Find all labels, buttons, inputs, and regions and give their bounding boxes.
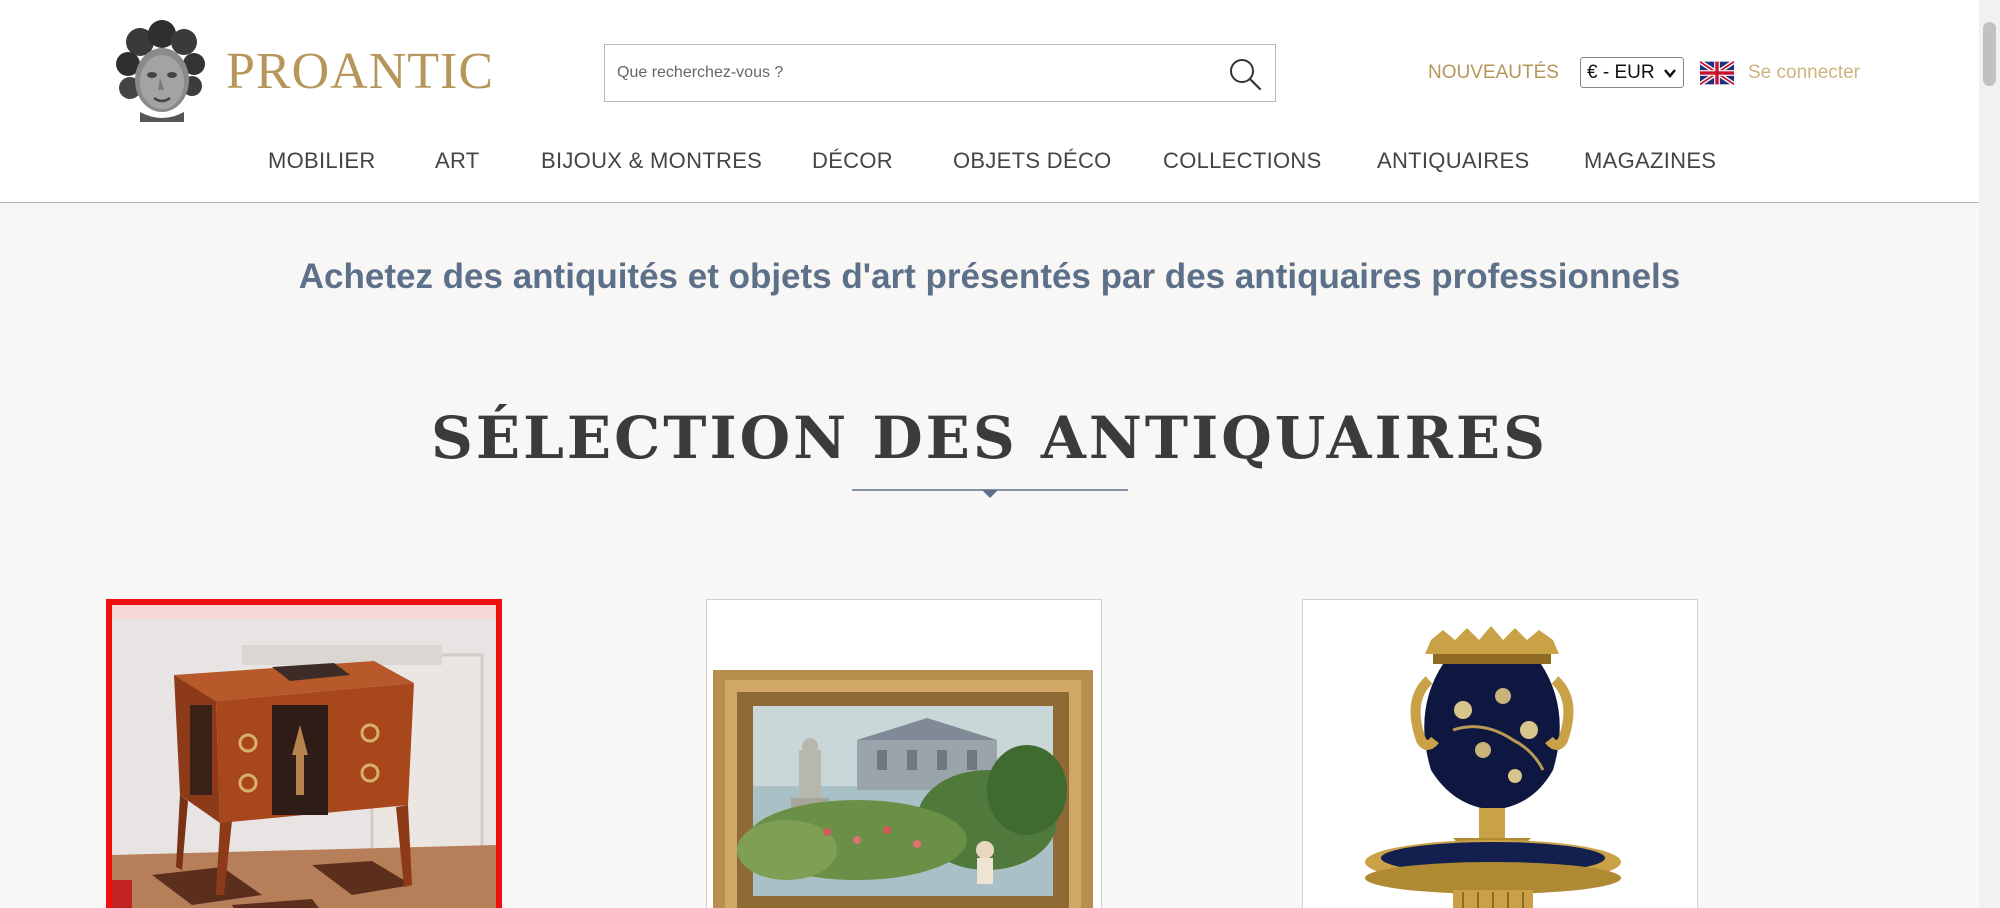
section-title: SÉLECTION DES ANTIQUAIRES — [431, 404, 1548, 472]
commode-image — [112, 605, 496, 908]
nav-item-art[interactable]: ART — [435, 148, 480, 174]
nav-item-decor[interactable]: DÉCOR — [812, 148, 893, 174]
nouveautes-link[interactable]: NOUVEAUTÉS — [1428, 62, 1559, 84]
nav-item-antiquaires[interactable]: ANTIQUAIRES — [1377, 148, 1529, 174]
nav-item-collections[interactable]: COLLECTIONS — [1163, 148, 1322, 174]
uk-flag-icon[interactable] — [1700, 61, 1734, 85]
nav-item-bijoux-montres[interactable]: BIJOUX & MONTRES — [541, 148, 762, 174]
vase-image — [1303, 600, 1697, 908]
tagline: Achetez des antiquités et objets d'art p… — [298, 257, 1681, 296]
logo-text: PROANTIC — [226, 42, 495, 100]
page-scrollbar[interactable] — [1979, 0, 2000, 908]
chevron-down-icon — [1664, 69, 1676, 78]
scrollbar-thumb[interactable] — [1983, 22, 1996, 86]
product-card[interactable] — [1302, 599, 1698, 908]
main-nav: MOBILIER ART BIJOUX & MONTRES DÉCOR OBJE… — [0, 148, 1979, 178]
search-button[interactable] — [1225, 54, 1265, 94]
cherub-head-logo-icon — [110, 20, 210, 122]
currency-selected-value: € - EUR — [1587, 61, 1655, 83]
title-divider — [852, 489, 1128, 498]
painting-image — [707, 600, 1101, 908]
logo-link[interactable]: PROANTIC — [110, 20, 494, 122]
search-bar — [604, 44, 1276, 102]
nav-item-objets-deco[interactable]: OBJETS DÉCO — [953, 148, 1112, 174]
site-header: PROANTIC NOUVEAUTÉS € - EUR Se connecter… — [0, 0, 1979, 203]
search-icon — [1230, 59, 1262, 91]
search-input[interactable] — [605, 45, 1205, 101]
login-link[interactable]: Se connecter — [1748, 62, 1860, 84]
product-card[interactable] — [106, 599, 502, 908]
product-card[interactable] — [706, 599, 1102, 908]
nav-item-mobilier[interactable]: MOBILIER — [268, 148, 376, 174]
nav-item-magazines[interactable]: MAGAZINES — [1584, 148, 1716, 174]
currency-select[interactable]: € - EUR — [1580, 57, 1684, 88]
